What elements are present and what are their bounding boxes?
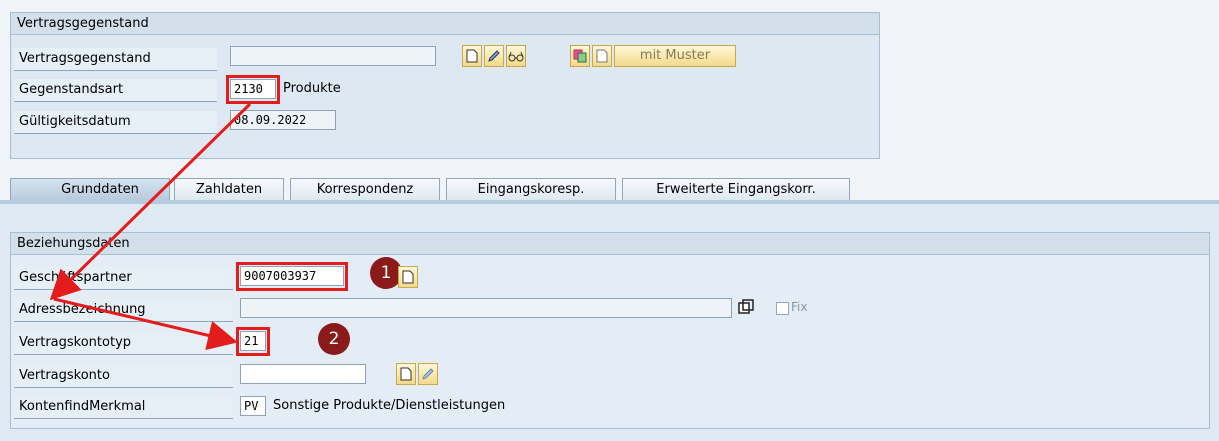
highlight-vertragskontotyp <box>236 327 270 356</box>
label-vertragsgegenstand: Vertragsgegenstand <box>14 48 217 71</box>
tab-zahldaten[interactable]: Zahldaten <box>174 178 284 200</box>
group-title-beziehungsdaten: Beziehungsdaten <box>11 233 1209 255</box>
copy-window-icon <box>738 299 754 314</box>
pencil-icon <box>488 50 500 62</box>
label-kontenfindmerkmal: KontenfindMerkmal <box>14 396 233 419</box>
kontenfindmerkmal-value: PV <box>240 396 266 416</box>
document-icon <box>402 270 414 284</box>
gegenstandsart-description: Produkte <box>283 81 341 96</box>
tab-korrespondenz[interactable]: Korrespondenz <box>290 178 440 200</box>
vertragsgegenstand-input[interactable] <box>230 46 436 66</box>
highlight-geschaeftspartner <box>236 262 348 291</box>
document-icon <box>596 49 608 63</box>
change-button[interactable] <box>484 45 504 67</box>
display-button[interactable] <box>506 45 526 67</box>
tab-erweiterte-eingangskorr[interactable]: Erweiterte Eingangskorr. <box>622 178 850 200</box>
copy-icon <box>573 49 587 63</box>
mit-muster-button[interactable]: mit Muster <box>614 45 736 67</box>
kontenfindmerkmal-description: Sonstige Produkte/Dienstleistungen <box>273 398 506 413</box>
annotation-badge-2: 2 <box>318 323 350 355</box>
label-gueltigkeitsdatum: Gültigkeitsdatum <box>14 111 217 134</box>
partner-details-button[interactable] <box>398 266 418 288</box>
fix-checkbox[interactable] <box>776 302 789 315</box>
adressbezeichnung-input[interactable] <box>240 298 732 318</box>
new-document-icon <box>466 49 478 63</box>
label-adressbezeichnung: Adressbezeichnung <box>14 299 233 322</box>
label-vertragskontotyp: Vertragskontotyp <box>14 332 233 355</box>
group-title: Vertragsgegenstand <box>11 13 879 35</box>
glasses-icon <box>508 51 524 62</box>
create-button[interactable] <box>462 45 482 67</box>
tab-grunddaten[interactable]: Grunddaten <box>10 178 170 200</box>
template-doc-button[interactable] <box>592 45 612 67</box>
vertragskonto-input[interactable] <box>240 364 366 384</box>
tab-eingangskoresp[interactable]: Eingangskoresp. <box>446 178 616 200</box>
label-geschaeftspartner: Geschäftspartner <box>14 267 233 290</box>
gueltigkeitsdatum-value: 08.09.2022 <box>230 110 336 130</box>
address-details-button[interactable] <box>738 299 756 317</box>
copy-button[interactable] <box>570 45 590 67</box>
highlight-gegenstandsart <box>226 75 280 104</box>
fix-label: Fix <box>791 300 808 314</box>
label-gegenstandsart: Gegenstandsart <box>14 79 217 102</box>
pencil-icon <box>422 368 434 380</box>
create-account-button[interactable] <box>396 363 416 385</box>
sap-screen: Vertragsgegenstand Vertragsgegenstand mi… <box>0 0 1219 441</box>
change-account-button[interactable] <box>418 363 438 385</box>
label-vertragskonto: Vertragskonto <box>14 365 233 388</box>
new-document-icon <box>400 367 412 381</box>
